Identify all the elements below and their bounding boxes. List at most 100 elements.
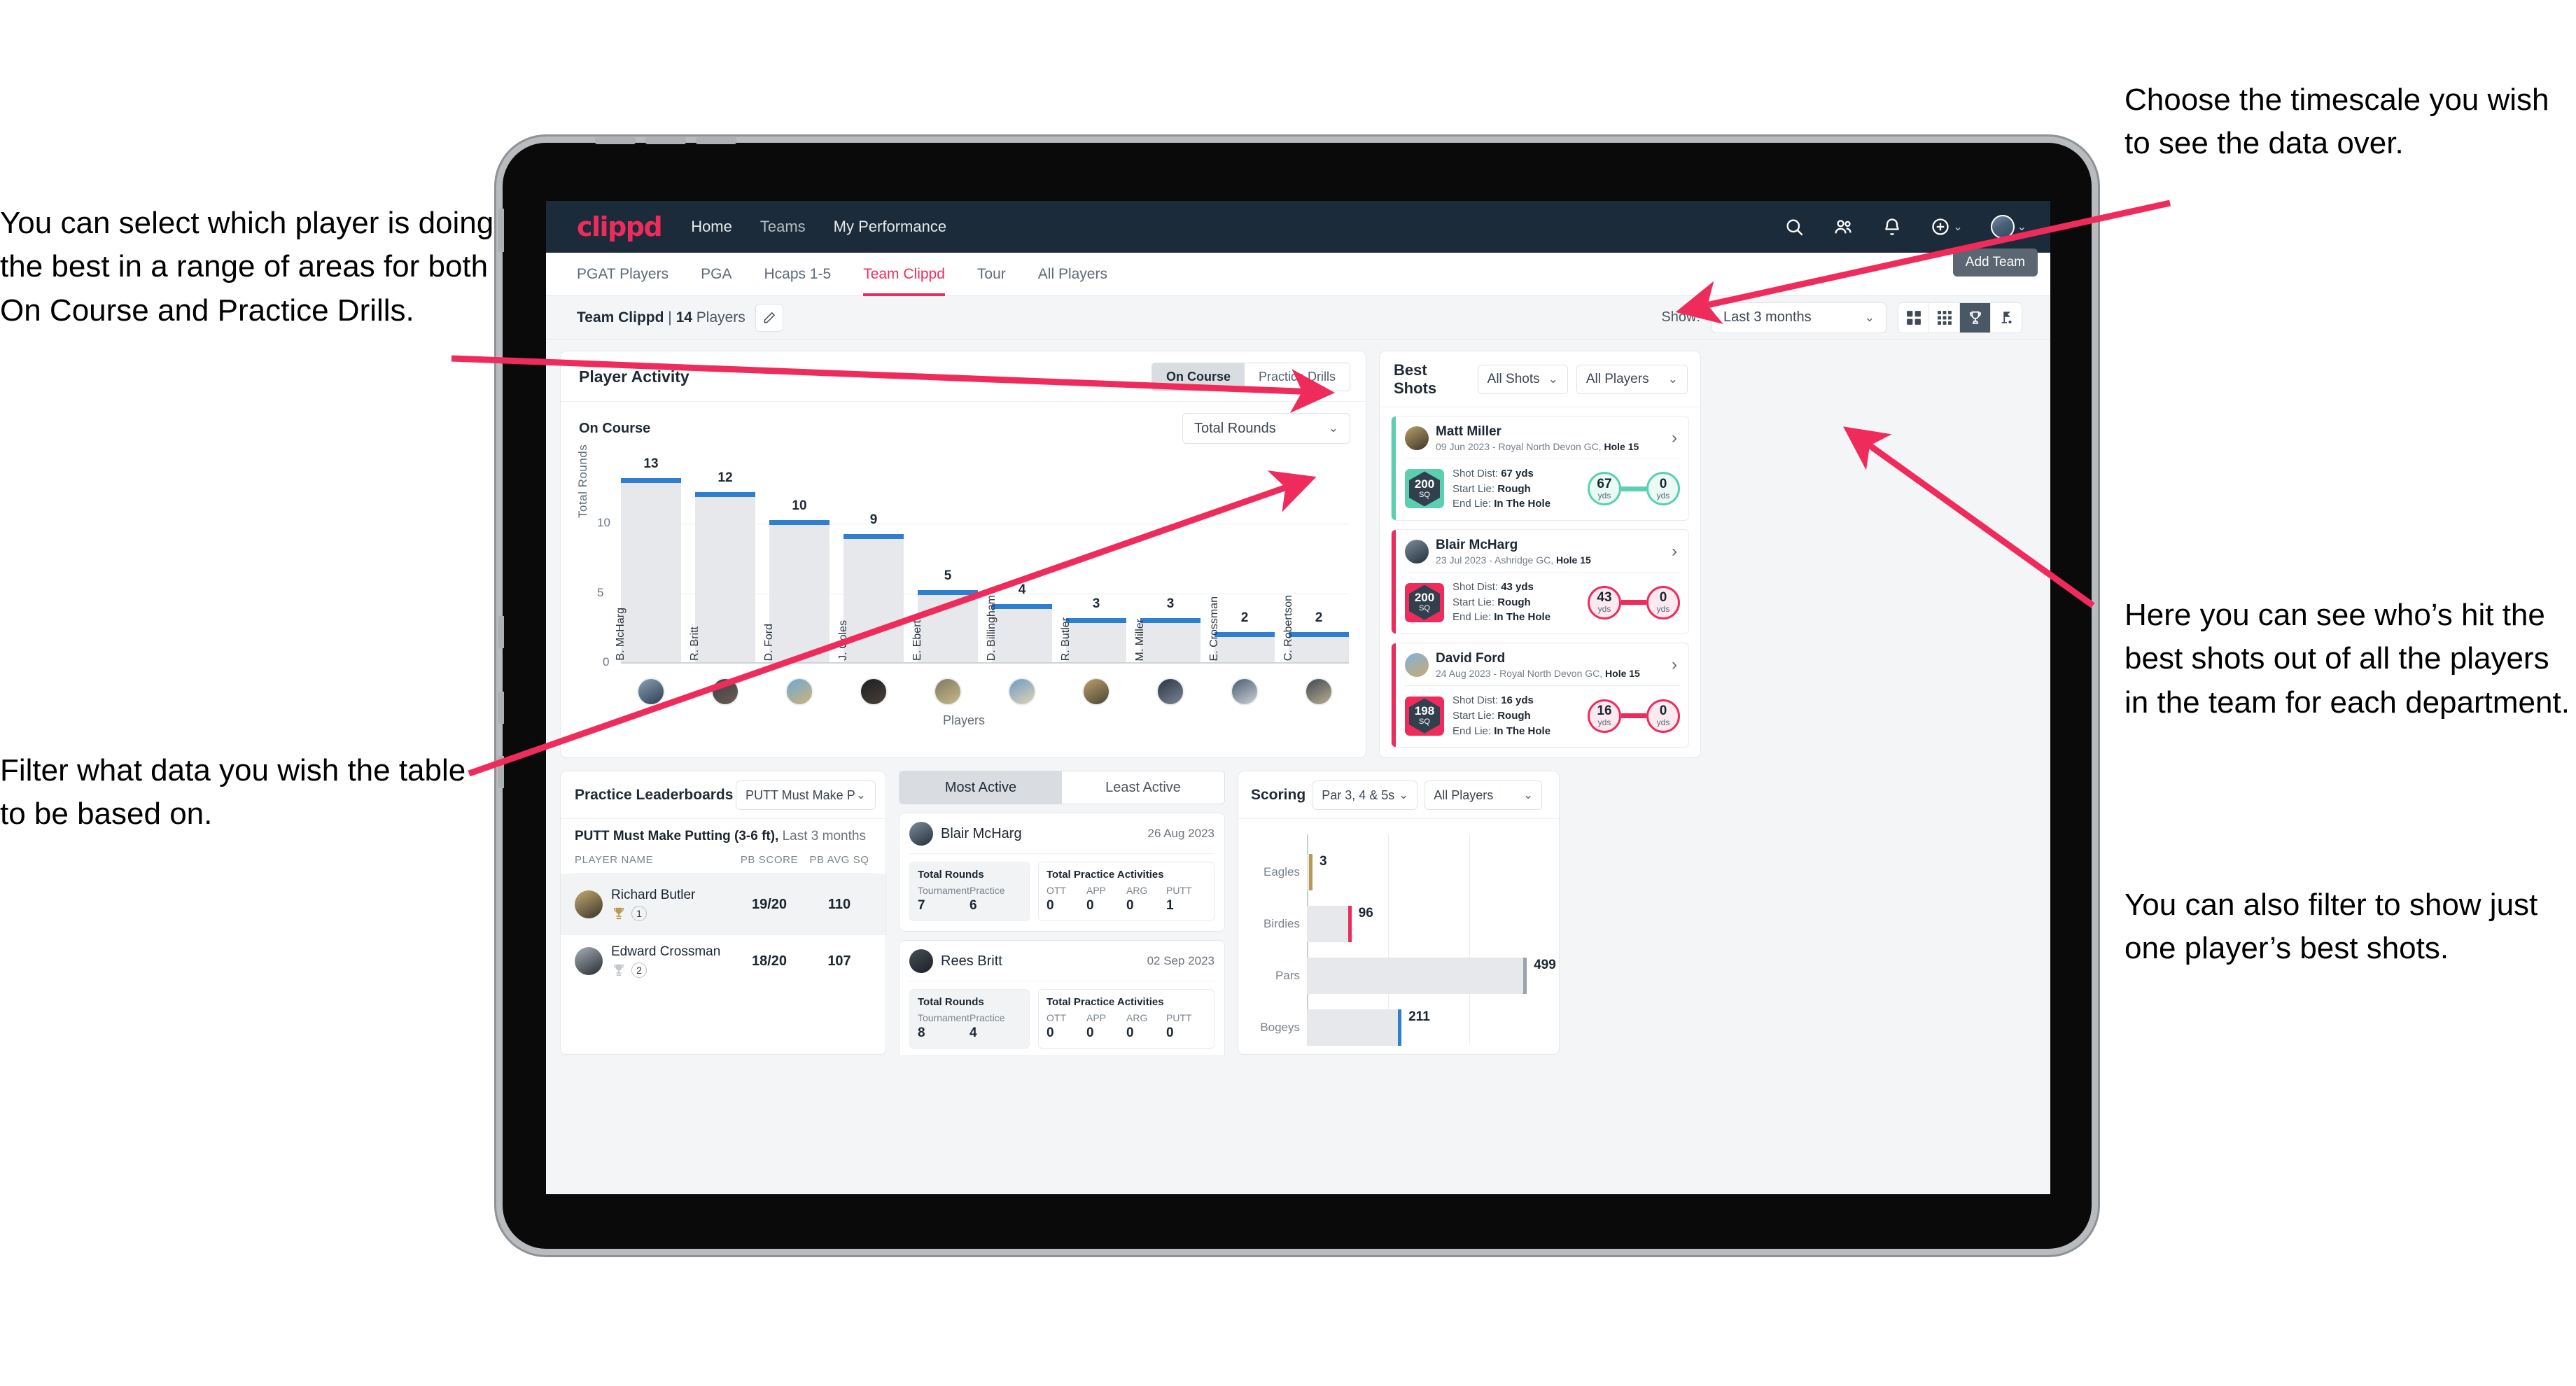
- player-avatar[interactable]: [1082, 678, 1110, 706]
- people-icon[interactable]: [1833, 216, 1854, 237]
- chart-bar-column[interactable]: 13 B. McHarg: [615, 456, 681, 664]
- shot-to-unit: yds: [1656, 718, 1670, 728]
- view-grid-small-button[interactable]: [1929, 302, 1960, 332]
- player-avatar[interactable]: [1305, 678, 1333, 706]
- chart-avatar-cell[interactable]: [1214, 678, 1275, 706]
- player-avatar[interactable]: [1231, 678, 1259, 706]
- player-avatar[interactable]: [1008, 678, 1036, 706]
- clippd-logo[interactable]: clippd: [577, 211, 663, 242]
- shot-to-value: 0: [1659, 590, 1667, 606]
- scoring-bar-row[interactable]: Eagles 3: [1264, 854, 1327, 890]
- chart-bar-column[interactable]: 5 E. Ebert: [911, 468, 978, 664]
- tab-tour[interactable]: Tour: [977, 253, 1006, 296]
- tab-team-clippd[interactable]: Team Clippd: [863, 253, 945, 296]
- segment-practice-drills[interactable]: Practice Drills: [1244, 363, 1350, 391]
- tab-least-active[interactable]: Least Active: [1062, 771, 1224, 804]
- table-row[interactable]: Richard Butler 1 19/20 110: [561, 874, 886, 935]
- tab-all-players[interactable]: All Players: [1038, 253, 1107, 296]
- chevron-right-icon[interactable]: ›: [1672, 428, 1680, 448]
- bar-cap: [1289, 632, 1349, 637]
- player-avatar[interactable]: [637, 678, 665, 706]
- tab-pgat-players[interactable]: PGAT Players: [577, 253, 668, 296]
- best-shots-shot-filter[interactable]: All Shots ⌄: [1477, 365, 1568, 394]
- timescale-dropdown[interactable]: Last 3 months ⌄: [1712, 302, 1886, 333]
- best-shot-card[interactable]: Matt Miller 09 Jun 2023 - Royal North Dev…: [1391, 416, 1689, 522]
- best-shots-list: Matt Miller 09 Jun 2023 - Royal North Dev…: [1380, 416, 1700, 748]
- annotation-timescale: Choose the timescale you wish to see the…: [2124, 83, 2549, 161]
- plus-circle-icon[interactable]: ⌄: [1931, 216, 1963, 237]
- segment-on-course[interactable]: On Course: [1152, 363, 1245, 391]
- scoring-bar-row[interactable]: Pars 499: [1275, 958, 1556, 994]
- best-shot-card[interactable]: Blair McHarg 23 Jul 2023 - Ashridge GC, H…: [1391, 529, 1689, 635]
- chart-bar-column[interactable]: 2 E. Crossman: [1208, 468, 1275, 664]
- chart-avatar-cell[interactable]: [844, 678, 904, 706]
- scoring-player-filter[interactable]: All Players ⌄: [1424, 780, 1543, 810]
- shot-from-value: 43: [1597, 590, 1612, 606]
- chart-bar-column[interactable]: 3 R. Butler: [1060, 468, 1126, 664]
- scoring-bar-value: 3: [1320, 854, 1327, 869]
- drill-dropdown[interactable]: PUTT Must Make Putting ... ⌄: [736, 780, 876, 810]
- tab-pga[interactable]: PGA: [701, 253, 732, 296]
- chevron-down-icon-metric: ⌄: [1328, 421, 1338, 435]
- row-pb-avg-sq: 110: [827, 896, 851, 912]
- shot-player-avatar: [1405, 653, 1429, 678]
- annotation-player-select: You can select which player is doing the…: [0, 206, 494, 328]
- shot-to-value: 0: [1659, 704, 1667, 719]
- chart-avatar-cell[interactable]: [1066, 678, 1126, 706]
- view-grid-large-button[interactable]: [1898, 302, 1929, 332]
- chevron-right-icon[interactable]: ›: [1672, 542, 1680, 561]
- player-avatar[interactable]: [860, 678, 888, 706]
- shot-from-unit: yds: [1597, 718, 1611, 728]
- tab-most-active[interactable]: Most Active: [899, 771, 1062, 804]
- bar-value: 9: [869, 512, 878, 527]
- chart-avatar-cell[interactable]: [992, 678, 1052, 706]
- chart-bar-column[interactable]: 10 D. Ford: [763, 468, 830, 664]
- scoring-bar-row[interactable]: Birdies 96: [1264, 906, 1373, 942]
- tab-hcaps-1-5[interactable]: Hcaps 1-5: [764, 253, 831, 296]
- chart-bar-column[interactable]: 2 C. Robertson: [1282, 468, 1349, 664]
- bar-label: D. Ford: [763, 623, 775, 661]
- best-shot-card[interactable]: David Ford 24 Aug 2023 - Royal North Devo…: [1391, 643, 1689, 748]
- activity-player-card[interactable]: Rees Britt 02 Sep 2023 Total Rounds Tournam…: [899, 940, 1225, 1055]
- best-shots-player-filter[interactable]: All Players ⌄: [1576, 365, 1688, 394]
- player-avatar[interactable]: [785, 678, 813, 706]
- bar-cap: [695, 492, 755, 497]
- chart-bar-column[interactable]: 9 J. Coles: [837, 468, 904, 664]
- tablet-button-side-1: [498, 209, 504, 252]
- view-trophy-button[interactable]: [1960, 302, 1991, 332]
- search-icon[interactable]: [1784, 216, 1805, 237]
- chart-avatar-cell[interactable]: [769, 678, 830, 706]
- edit-team-button[interactable]: [755, 303, 783, 332]
- metric-dropdown[interactable]: Total Rounds ⌄: [1182, 413, 1350, 444]
- chart-avatar-cell[interactable]: [918, 678, 978, 706]
- nav-link-teams[interactable]: Teams: [760, 218, 806, 236]
- activity-player-card[interactable]: Blair McHarg 26 Aug 2023 Total Rounds Tourn…: [899, 813, 1225, 932]
- chart-avatar-cell[interactable]: [1140, 678, 1200, 706]
- chart-bar-column[interactable]: 3 M. Miller: [1134, 468, 1200, 664]
- avatar[interactable]: ⌄: [1990, 215, 2026, 239]
- player-avatar[interactable]: [1156, 678, 1184, 706]
- shot-connector: [1621, 486, 1646, 491]
- scoring-par-filter[interactable]: Par 3, 4 & 5s ⌄: [1312, 780, 1418, 810]
- chart-bar-column[interactable]: 12 R. Britt: [689, 468, 755, 664]
- chevron-right-icon[interactable]: ›: [1672, 655, 1680, 675]
- chart-avatar-cell[interactable]: [621, 678, 681, 706]
- nav-right-icons: ⌄ ⌄: [1784, 215, 2026, 239]
- player-activity-card: Player Activity On Course Practice Drill…: [560, 351, 1366, 758]
- chart-bar-column[interactable]: 4 D. Billingham: [986, 468, 1052, 664]
- column-pb-score: PB SCORE: [740, 854, 799, 866]
- table-row[interactable]: Edward Crossman 2 18/20 107: [575, 935, 872, 987]
- bell-icon[interactable]: [1882, 216, 1903, 237]
- chevron-down-icon-drill: ⌄: [855, 788, 866, 802]
- nav-link-my-performance[interactable]: My Performance: [834, 218, 946, 236]
- label-tournament: Tournament: [918, 885, 969, 896]
- player-avatar[interactable]: [934, 678, 962, 706]
- chart-avatar-cell[interactable]: [695, 678, 755, 706]
- player-avatar[interactable]: [711, 678, 739, 706]
- nav-link-home[interactable]: Home: [691, 218, 732, 236]
- bar-value: 2: [1240, 610, 1249, 625]
- scoring-bar-row[interactable]: Bogeys 211: [1260, 1009, 1430, 1046]
- bar-cap: [1214, 632, 1275, 637]
- chart-avatar-cell[interactable]: [1289, 678, 1349, 706]
- view-golf-flag-button[interactable]: [1991, 302, 2022, 332]
